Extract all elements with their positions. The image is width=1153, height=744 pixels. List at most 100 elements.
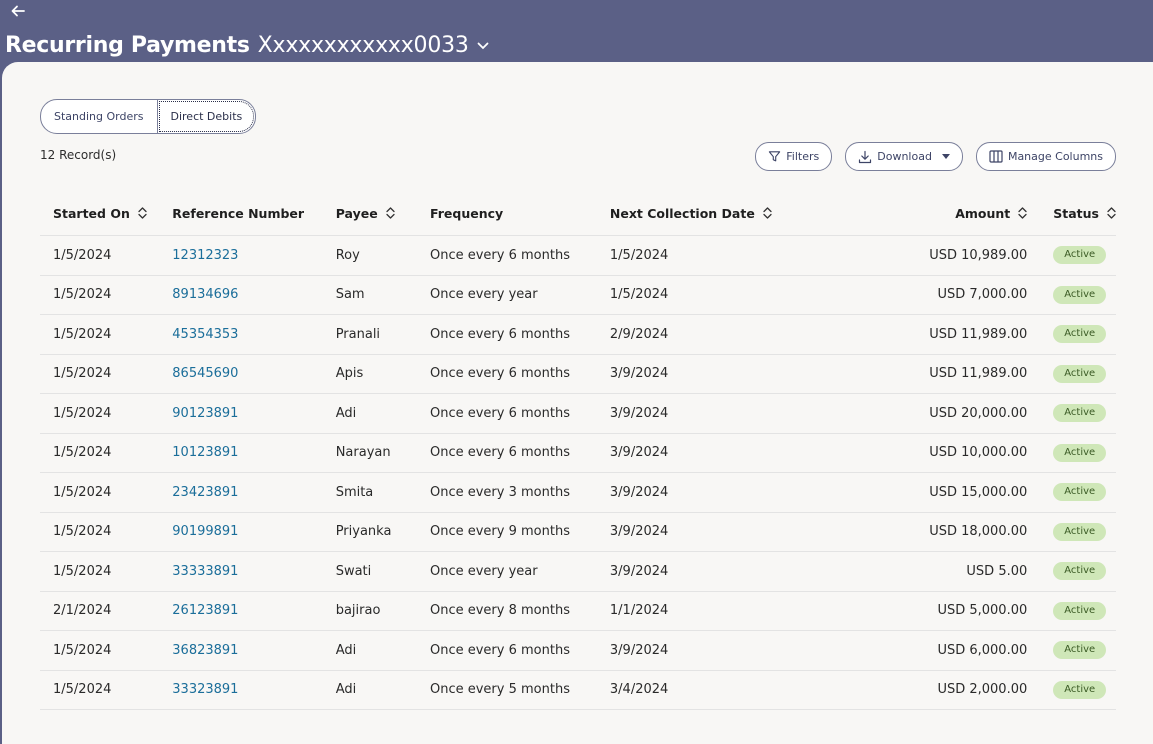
tab-direct-debits[interactable]: Direct Debits: [158, 100, 256, 133]
reference-link[interactable]: 45354353: [172, 327, 238, 342]
status-cell: Active: [1040, 393, 1116, 434]
page-title: Recurring Payments: [5, 32, 250, 58]
back-arrow-icon[interactable]: [10, 3, 32, 25]
amount-cell: USD 20,000.00: [801, 393, 1041, 434]
started-on-cell: 1/5/2024: [53, 484, 112, 500]
amount-cell: USD 7,000.00: [801, 275, 1041, 315]
frequency-cell: Once every year: [429, 275, 610, 315]
filter-icon: [769, 151, 781, 162]
reference-link[interactable]: 36823891: [172, 643, 238, 658]
sort-icon[interactable]: [138, 206, 147, 222]
account-selector[interactable]: Xxxxxxxxxxxx0033: [258, 33, 489, 58]
reference-link[interactable]: 12312323: [172, 248, 238, 263]
reference-link[interactable]: 10123891: [172, 445, 238, 460]
caret-down-icon: [941, 154, 950, 159]
frequency-cell: Once every 6 months: [429, 445, 570, 461]
reference-link[interactable]: 33323891: [172, 682, 238, 697]
payee-cell: Pranali: [335, 326, 381, 342]
reference-link[interactable]: 90123891: [172, 406, 238, 421]
started-on-cell: 1/5/2024: [53, 405, 112, 421]
main-content: Standing Orders Direct Debits 12 Record(…: [2, 62, 1153, 744]
reference-cell: 23423891: [172, 472, 336, 513]
frequency-cell: Once every 6 months: [429, 433, 610, 473]
col-payee[interactable]: Payee: [335, 192, 430, 236]
status-badge: Active: [1053, 483, 1107, 502]
filters-button[interactable]: Filters: [755, 142, 833, 171]
col-payee-label: Payee: [335, 205, 378, 221]
tab-standing-orders[interactable]: Standing Orders: [41, 100, 158, 133]
frequency-cell: Once every 9 months: [429, 512, 610, 552]
sort-icon[interactable]: [1018, 206, 1027, 222]
col-started-on[interactable]: Started On: [40, 192, 173, 236]
started-on-cell: 1/5/2024: [53, 445, 112, 461]
frequency-cell: Once every 5 months: [429, 682, 570, 698]
frequency-cell: Once every 6 months: [429, 354, 610, 394]
started-on-cell: 1/5/2024: [40, 354, 173, 394]
frequency-cell: Once every 9 months: [429, 524, 570, 540]
payee-cell: bajirao: [335, 591, 430, 631]
table-row: 1/5/2024 36823891 Adi Once every 6 months 3/…: [40, 630, 1116, 671]
table-body: 1/5/2024 12312323 Roy Once every 6 months 1/…: [40, 235, 1116, 710]
frequency-cell: Once every year: [429, 551, 610, 592]
started-on-cell: 1/5/2024: [40, 630, 173, 671]
sort-icon[interactable]: [1107, 206, 1116, 222]
next-date-cell: 3/9/2024: [609, 551, 802, 592]
col-status[interactable]: Status: [1040, 192, 1116, 236]
manage-columns-button[interactable]: Manage Columns: [975, 142, 1116, 171]
col-next-date-label: Next Collection Date: [609, 205, 755, 221]
status-badge: Active: [1053, 522, 1107, 541]
reference-link[interactable]: 90199891: [172, 524, 238, 539]
status-cell: Active: [1040, 670, 1116, 710]
payee-cell: Adi: [335, 393, 430, 434]
started-on-cell: 1/5/2024: [53, 287, 112, 303]
next-date-cell: 2/9/2024: [609, 326, 669, 342]
status-cell: Active: [1040, 630, 1116, 671]
payee-cell: Adi: [335, 405, 357, 421]
reference-link[interactable]: 23423891: [172, 485, 238, 500]
amount-cell: USD 5,000.00: [937, 603, 1028, 619]
amount-cell: USD 5,000.00: [801, 591, 1041, 631]
amount-cell: USD 5.00: [801, 551, 1041, 592]
reference-link[interactable]: 33333891: [172, 564, 238, 579]
download-button[interactable]: Download: [845, 142, 963, 171]
filters-label: Filters: [786, 150, 820, 163]
reference-cell: 33323891: [172, 670, 336, 710]
download-label: Download: [877, 150, 932, 163]
reference-link[interactable]: 26123891: [172, 603, 238, 618]
frequency-cell: Once every year: [429, 287, 538, 303]
started-on-cell: 1/5/2024: [40, 275, 173, 315]
started-on-cell: 1/5/2024: [53, 524, 112, 540]
reference-cell: 10123891: [172, 433, 336, 473]
table-row: 1/5/2024 89134696 Sam Once every year 1/5/20…: [40, 275, 1116, 315]
frequency-cell: Once every 6 months: [429, 405, 570, 421]
next-date-cell: 3/9/2024: [609, 354, 802, 394]
sort-icon[interactable]: [763, 206, 772, 222]
started-on-cell: 2/1/2024: [40, 591, 173, 631]
reference-link[interactable]: 89134696: [172, 287, 238, 302]
amount-cell: USD 5.00: [966, 563, 1028, 579]
reference-cell: 36823891: [172, 630, 336, 671]
frequency-cell: Once every 3 months: [429, 484, 570, 500]
started-on-cell: 1/5/2024: [40, 235, 173, 276]
columns-icon: [989, 150, 1003, 163]
col-next-date[interactable]: Next Collection Date: [609, 192, 802, 236]
next-date-cell: 3/9/2024: [609, 484, 669, 500]
amount-cell: USD 10,989.00: [929, 247, 1028, 263]
table-row: 1/5/2024 86545690 Apis Once every 6 months 3…: [40, 354, 1116, 394]
status-cell: Active: [1040, 591, 1116, 631]
next-date-cell: 3/9/2024: [609, 405, 669, 421]
payee-cell: Priyanka: [335, 512, 430, 552]
next-date-cell: 3/9/2024: [609, 445, 669, 461]
payee-cell: bajirao: [335, 603, 381, 619]
top-header: Recurring Payments Xxxxxxxxxxxx0033: [0, 0, 1153, 62]
reference-cell: 89134696: [172, 275, 336, 315]
amount-cell: USD 11,989.00: [801, 354, 1041, 394]
payee-cell: Adi: [335, 682, 357, 698]
col-amount[interactable]: Amount: [801, 192, 1041, 236]
reference-link[interactable]: 86545690: [172, 366, 238, 381]
started-on-cell: 1/5/2024: [40, 551, 173, 592]
payee-cell: Adi: [335, 642, 357, 658]
status-cell: Active: [1040, 314, 1116, 355]
col-reference-label: Reference Number: [172, 206, 305, 221]
sort-icon[interactable]: [386, 206, 395, 222]
